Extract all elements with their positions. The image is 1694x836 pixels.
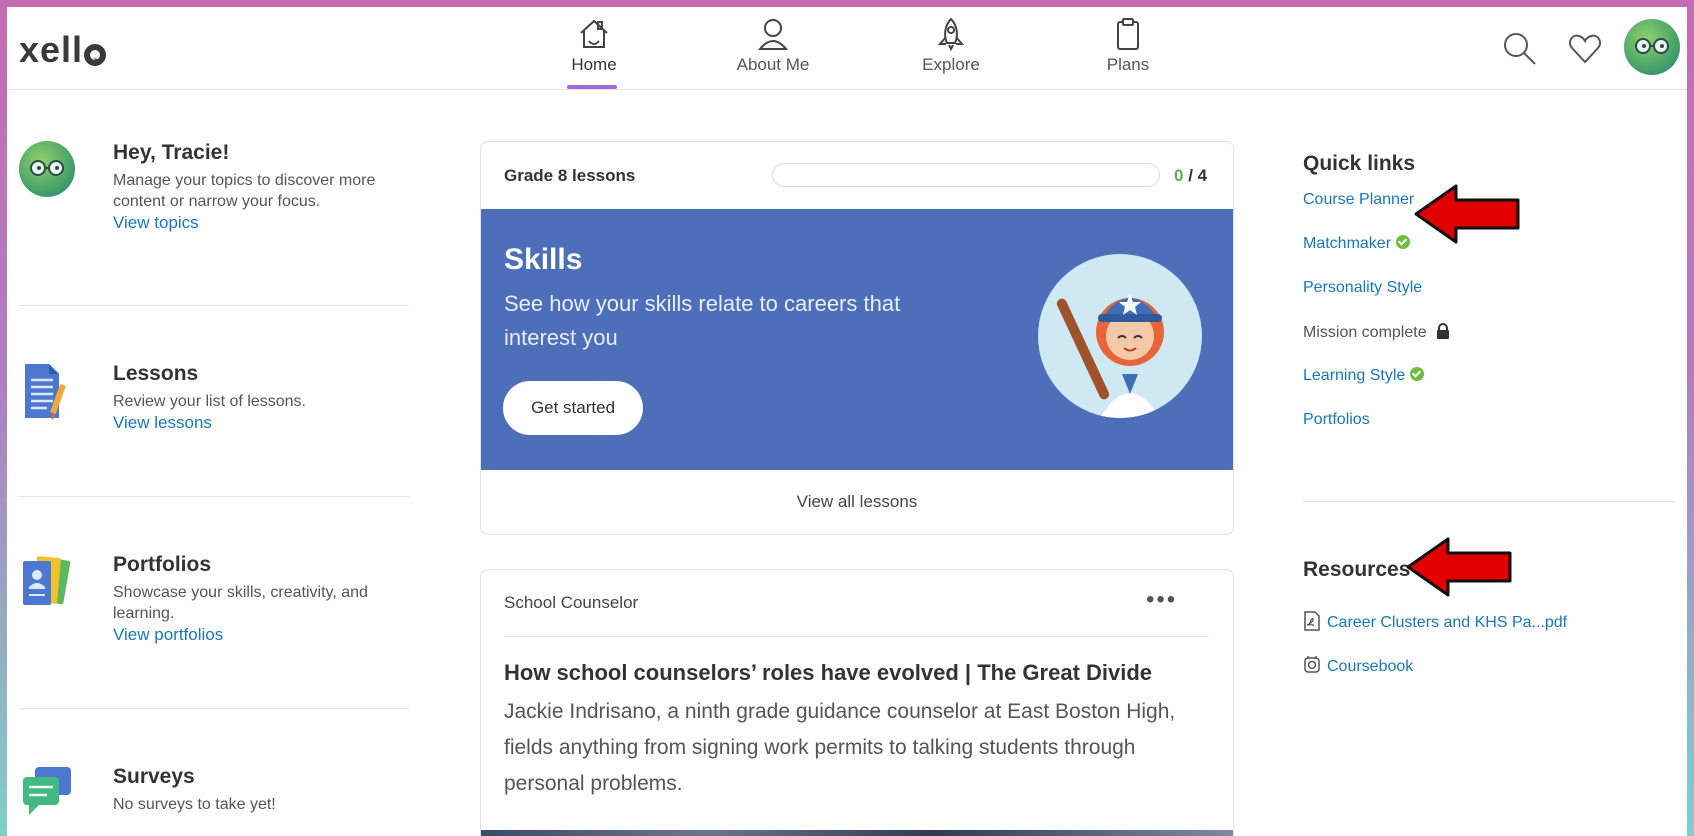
portfolios-description: Showcase your skills, creativity, and le… (113, 584, 368, 644)
lock-icon (1437, 323, 1450, 339)
lessons-title: Lessons (113, 362, 199, 385)
nav-plans-label: Plans (1106, 55, 1150, 74)
pdf-icon (1304, 611, 1320, 631)
nav-about-me[interactable]: About Me (718, 17, 828, 75)
quick-link-course-planner[interactable]: Course Planner (1303, 191, 1414, 209)
nav-explore-label: Explore (922, 55, 980, 74)
lessons-section: Lessons Review your list of lessons. Vie… (19, 362, 409, 442)
lessons-progress-count: 0 / 4 (1174, 166, 1208, 185)
person-icon (757, 19, 789, 50)
portfolios-icon (23, 556, 71, 605)
sidebar-divider (19, 496, 409, 497)
surveys-title: Surveys (113, 765, 195, 788)
heart-icon[interactable] (1568, 33, 1602, 65)
sidebar-divider (19, 305, 409, 306)
view-portfolios-link[interactable]: View portfolios (113, 625, 223, 644)
counselor-card-source: School Counselor (504, 593, 639, 612)
portfolios-title: Portfolios (113, 553, 211, 576)
surveys-chat-icon (23, 767, 71, 815)
annotation-arrow-icon (1406, 537, 1512, 597)
get-started-button[interactable]: Get started (503, 381, 643, 435)
annotation-arrow-icon (1414, 184, 1520, 244)
avatar-face-icon (30, 160, 64, 176)
skills-lesson-banner: Skills See how your skills relate to car… (481, 209, 1233, 470)
article-image (481, 830, 1233, 836)
xello-logo[interactable]: xell (19, 29, 107, 71)
greeting-description: Manage your topics to discover more cont… (113, 172, 376, 232)
nav-about-label: About Me (736, 55, 810, 74)
more-options-icon[interactable]: ••• (1146, 586, 1177, 614)
article-summary: Jackie Indrisano, a ninth grade guidance… (504, 700, 1176, 795)
school-counselor-card: School Counselor ••• How school counselo… (480, 569, 1234, 836)
quick-link-learning-style[interactable]: Learning Style (1303, 367, 1425, 385)
portfolios-section: Portfolios Showcase your skills, creativ… (19, 553, 409, 653)
quick-links-heading: Quick links (1303, 152, 1416, 175)
resource-pdf-link[interactable]: Career Clusters and KHS Pa...pdf (1303, 611, 1567, 632)
home-icon (580, 19, 608, 48)
user-avatar[interactable] (1624, 19, 1680, 75)
view-lessons-link[interactable]: View lessons (113, 413, 212, 432)
article-headline[interactable]: How school counselors’ roles have evolve… (504, 660, 1152, 686)
greeting-card: Hey, Tracie! Manage your topics to disco… (19, 141, 409, 241)
nav-home-label: Home (571, 55, 617, 74)
quick-link-matchmaker[interactable]: Matchmaker (1303, 235, 1411, 253)
resource-coursebook-link[interactable]: Coursebook (1303, 655, 1413, 676)
view-all-lessons-link[interactable]: View all lessons (481, 470, 1233, 534)
right-column-divider (1303, 501, 1675, 502)
view-topics-link[interactable]: View topics (113, 213, 199, 232)
lessons-progress-bar (772, 163, 1160, 187)
link-icon (1304, 656, 1320, 673)
nav-active-indicator (567, 85, 617, 89)
lessons-card-title: Grade 8 lessons (504, 166, 636, 185)
quick-link-portfolios[interactable]: Portfolios (1303, 411, 1370, 429)
quick-link-mission-complete: Mission complete (1303, 323, 1450, 342)
resources-heading: Resources (1303, 558, 1411, 581)
quick-link-personality-style[interactable]: Personality Style (1303, 279, 1422, 297)
surveys-section: Surveys No surveys to take yet! (19, 765, 409, 825)
greeting-title: Hey, Tracie! (113, 141, 230, 164)
nav-plans[interactable]: Plans (1073, 17, 1183, 75)
lessons-description: Review your list of lessons. View lesson… (113, 393, 306, 432)
search-icon[interactable] (1502, 31, 1538, 67)
nav-explore[interactable]: Explore (896, 17, 1006, 75)
avatar-face-icon (1635, 38, 1669, 54)
app-window: xell Home About Me Explore Plans Hey, Tr… (7, 7, 1687, 836)
grade-lessons-card: Grade 8 lessons 0 / 4 Skills See how you… (480, 141, 1234, 535)
sidebar-divider (19, 708, 409, 709)
top-navigation-bar: xell Home About Me Explore Plans (7, 7, 1687, 90)
completed-check-icon (1410, 367, 1425, 381)
rocket-icon (937, 17, 965, 51)
lessons-document-icon (25, 364, 66, 420)
baseball-player-illustration (1038, 254, 1202, 418)
skills-subtitle: See how your skills relate to careers th… (504, 291, 901, 350)
skills-title: Skills (504, 243, 583, 276)
completed-check-icon (1396, 235, 1411, 249)
clipboard-icon (1117, 18, 1139, 50)
nav-home[interactable]: Home (539, 17, 649, 75)
user-avatar-small (19, 141, 75, 197)
card-divider (504, 636, 1209, 637)
surveys-description: No surveys to take yet! (113, 796, 276, 813)
